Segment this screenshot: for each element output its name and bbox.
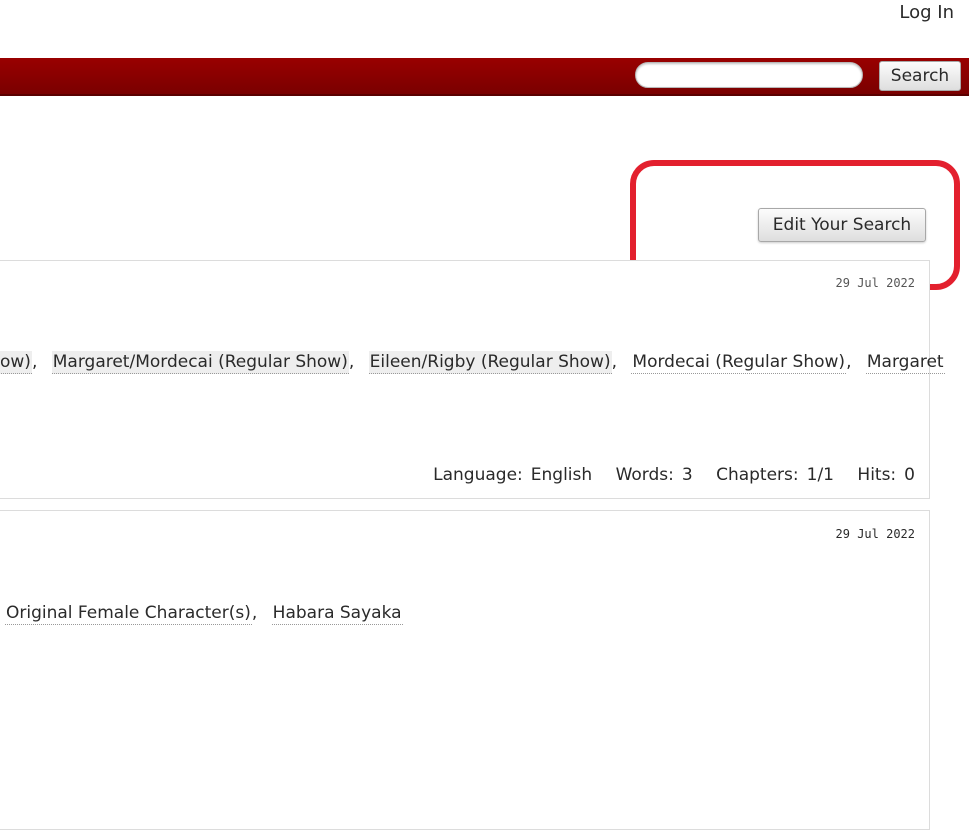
relationship-tag[interactable]: ow)	[0, 351, 32, 374]
hits-label: Hits:	[857, 465, 897, 485]
words-value: 3	[681, 465, 693, 485]
work-date: 29 Jul 2022	[835, 276, 915, 290]
tag-list: ow), Margaret/Mordecai (Regular Show), E…	[0, 351, 945, 374]
relationship-tag[interactable]: Eileen/Rigby (Regular Show)	[368, 351, 612, 374]
hits-value: 0	[904, 465, 915, 485]
character-tag[interactable]: Mordecai (Regular Show)	[631, 351, 847, 374]
words-label: Words:	[615, 465, 674, 485]
tag-list: Original Female Character(s), Habara Say…	[5, 602, 403, 625]
search-button[interactable]: Search	[879, 61, 961, 91]
edit-your-search-button[interactable]: Edit Your Search	[758, 208, 926, 242]
language-value: English	[530, 465, 593, 485]
work-blurb: 29 Jul 2022 Original Female Character(s)…	[0, 510, 930, 830]
work-blurb: 29 Jul 2022 ow), Margaret/Mordecai (Regu…	[0, 260, 945, 499]
chapters-label: Chapters:	[716, 465, 799, 485]
character-tag[interactable]: Margaret	[865, 351, 945, 374]
relationship-tag[interactable]: Margaret/Mordecai (Regular Show)	[51, 351, 349, 374]
character-tag[interactable]: Habara Sayaka	[271, 602, 403, 625]
work-stats: Language: English Words: 3 Chapters: 1/1 Hi…	[433, 465, 915, 485]
work-date: 29 Jul 2022	[835, 527, 915, 541]
login-link[interactable]: Log In	[899, 2, 954, 23]
chapters-value: 1/1	[806, 465, 834, 485]
language-label: Language:	[433, 465, 523, 485]
search-input[interactable]	[635, 62, 863, 88]
character-tag[interactable]: Original Female Character(s)	[5, 602, 252, 625]
